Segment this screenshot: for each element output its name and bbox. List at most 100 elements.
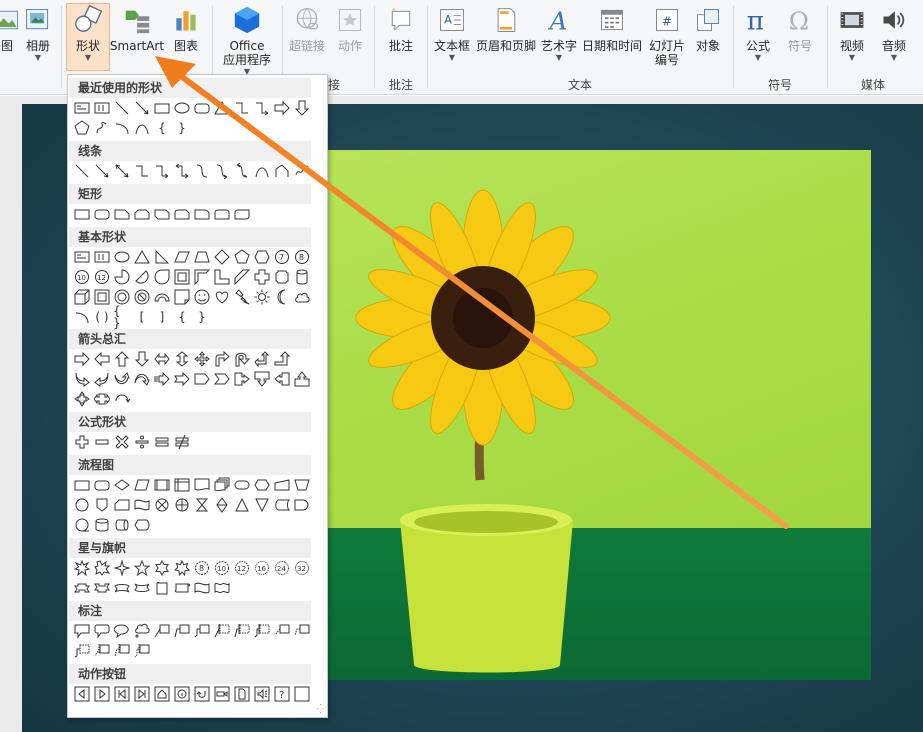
action-movie-icon[interactable] — [213, 685, 231, 703]
textbox-shape-icon[interactable] — [73, 99, 91, 117]
right-triangle-shape-icon[interactable] — [153, 248, 171, 266]
data-shape-icon[interactable] — [133, 476, 151, 494]
trapezoid-shape-icon[interactable] — [193, 248, 211, 266]
freeform-shape-icon[interactable] — [273, 162, 291, 180]
rectangle-shape-icon[interactable] — [73, 205, 91, 223]
regular-pentagon-shape-icon[interactable] — [233, 248, 251, 266]
curve-shape-icon[interactable] — [253, 162, 271, 180]
action-sound-icon[interactable] — [253, 685, 271, 703]
heptagon-shape-icon[interactable]: 7 — [273, 248, 291, 266]
office-apps-button[interactable]: Office 应用程序 ▼ — [216, 4, 278, 76]
vertical-textbox-shape-icon[interactable] — [93, 248, 111, 266]
action-help-icon[interactable]: ? — [273, 685, 291, 703]
off-page-connector-shape-icon[interactable] — [93, 496, 111, 514]
down-ribbon-shape-icon[interactable] — [93, 579, 111, 597]
up-ribbon-shape-icon[interactable] — [73, 579, 91, 597]
7-point-star-shape-icon[interactable] — [173, 559, 191, 577]
photo-album-button[interactable]: 相册 ▼ — [20, 4, 56, 62]
decision-shape-icon[interactable] — [113, 476, 131, 494]
arc-shape-icon[interactable] — [73, 308, 91, 326]
smartart-button[interactable]: SmartArt — [110, 4, 164, 53]
32-point-star-shape-icon[interactable]: 32 — [293, 559, 311, 577]
decagon-shape-icon[interactable]: 10 — [73, 268, 91, 286]
not-equal-shape-icon[interactable] — [173, 433, 191, 451]
line-callout-3-shape-icon[interactable] — [193, 622, 211, 640]
hyperlink-button[interactable]: 超链接 — [286, 4, 328, 53]
sunflower-picture[interactable] — [328, 150, 871, 680]
chevron-shape-icon[interactable] — [213, 370, 231, 388]
sort-shape-icon[interactable] — [213, 496, 231, 514]
left-bracket-shape-icon[interactable]: [ — [133, 308, 151, 326]
elbow-double-arrow-shape-icon[interactable] — [173, 162, 191, 180]
elbow-arrow-shape-icon[interactable] — [153, 162, 171, 180]
action-forward-icon[interactable] — [93, 685, 111, 703]
scribble-shape-icon[interactable] — [293, 162, 311, 180]
notched-right-arrow-shape-icon[interactable] — [173, 370, 191, 388]
right-arrow-shape-icon[interactable] — [273, 99, 291, 117]
oval-callout-shape-icon[interactable] — [113, 622, 131, 640]
24-point-star-shape-icon[interactable]: 24 — [273, 559, 291, 577]
equation-button[interactable]: π 公式 ▼ — [739, 4, 777, 62]
l-shape-icon[interactable] — [213, 268, 231, 286]
oval-shape-icon[interactable] — [113, 248, 131, 266]
elbow-arrow-shape-icon[interactable] — [253, 99, 271, 117]
preparation-shape-icon[interactable] — [253, 476, 271, 494]
curved-up-ribbon-shape-icon[interactable] — [113, 579, 131, 597]
accent-callout-1-shape-icon[interactable] — [213, 622, 231, 640]
card-shape-icon[interactable] — [113, 496, 131, 514]
audio-button[interactable]: 音频 ▼ — [875, 4, 913, 62]
delay-shape-icon[interactable] — [293, 496, 311, 514]
curved-left-arrow-shape-icon[interactable] — [93, 370, 111, 388]
up-arrow-shape-icon[interactable] — [113, 350, 131, 368]
resize-grip-icon[interactable]: ⁛ — [317, 705, 324, 715]
left-arrow-callout-shape-icon[interactable] — [273, 370, 291, 388]
accent-border-callout-3-shape-icon[interactable] — [133, 642, 151, 660]
left-brace-shape-icon[interactable]: { — [153, 119, 171, 137]
can-shape-icon[interactable] — [293, 268, 311, 286]
curve-shape-icon[interactable] — [133, 119, 151, 137]
lightning-bolt-shape-icon[interactable] — [233, 288, 251, 306]
elbow-connector-shape-icon[interactable] — [133, 162, 151, 180]
alternate-process-shape-icon[interactable] — [93, 476, 111, 494]
terminator-shape-icon[interactable] — [233, 476, 251, 494]
rounded-rectangle-shape-icon[interactable] — [193, 99, 211, 117]
curved-right-arrow-shape-icon[interactable] — [73, 370, 91, 388]
action-custom-icon[interactable] — [293, 685, 311, 703]
process-shape-icon[interactable] — [73, 476, 91, 494]
chart-button[interactable]: 图表 — [168, 4, 204, 53]
extract-shape-icon[interactable] — [233, 496, 251, 514]
pentagon-arrow-shape-icon[interactable] — [193, 370, 211, 388]
curved-up-arrow-shape-icon[interactable] — [113, 370, 131, 388]
plus-shape-icon[interactable] — [73, 433, 91, 451]
cloud-shape-icon[interactable] — [293, 288, 311, 306]
curved-down-ribbon-shape-icon[interactable] — [133, 579, 151, 597]
left-right-arrow-callout-shape-icon[interactable] — [93, 390, 111, 408]
double-brace-shape-icon[interactable]: { } — [113, 305, 131, 329]
diagonal-stripe-shape-icon[interactable] — [233, 268, 251, 286]
round-diagonal-rectangle-shape-icon[interactable] — [233, 205, 251, 223]
snip-same-side-rectangle-shape-icon[interactable] — [133, 205, 151, 223]
right-bracket-shape-icon[interactable]: ] — [153, 308, 171, 326]
line-callout-2-shape-icon[interactable] — [173, 622, 191, 640]
16-point-star-shape-icon[interactable]: 16 — [253, 559, 271, 577]
cube-shape-icon[interactable] — [73, 288, 91, 306]
u-turn-arrow-shape-icon[interactable] — [233, 350, 251, 368]
triangle-shape-icon[interactable] — [133, 248, 151, 266]
wordart-button[interactable]: A 艺术字 ▼ — [539, 4, 579, 62]
rounded-rectangle-shape-icon[interactable] — [93, 205, 111, 223]
bent-up-arrow-shape-icon[interactable] — [273, 350, 291, 368]
right-arrow-callout-shape-icon[interactable] — [233, 370, 251, 388]
action-information-icon[interactable] — [173, 685, 191, 703]
curved-arrow-connector-shape-icon[interactable] — [213, 162, 231, 180]
sun-shape-icon[interactable] — [253, 288, 271, 306]
right-arrow-shape-icon[interactable] — [73, 350, 91, 368]
textbox-shape-icon[interactable] — [73, 248, 91, 266]
accent-callout-3-shape-icon[interactable] — [253, 622, 271, 640]
manual-operation-shape-icon[interactable] — [293, 476, 311, 494]
curved-double-arrow-shape-icon[interactable] — [233, 162, 251, 180]
curved-connector-shape-icon[interactable] — [193, 162, 211, 180]
vertical-scroll-shape-icon[interactable] — [153, 579, 171, 597]
magnetic-disk-shape-icon[interactable] — [93, 516, 111, 534]
video-button[interactable]: 视频 ▼ — [833, 4, 871, 62]
arc-shape-icon[interactable] — [113, 119, 131, 137]
